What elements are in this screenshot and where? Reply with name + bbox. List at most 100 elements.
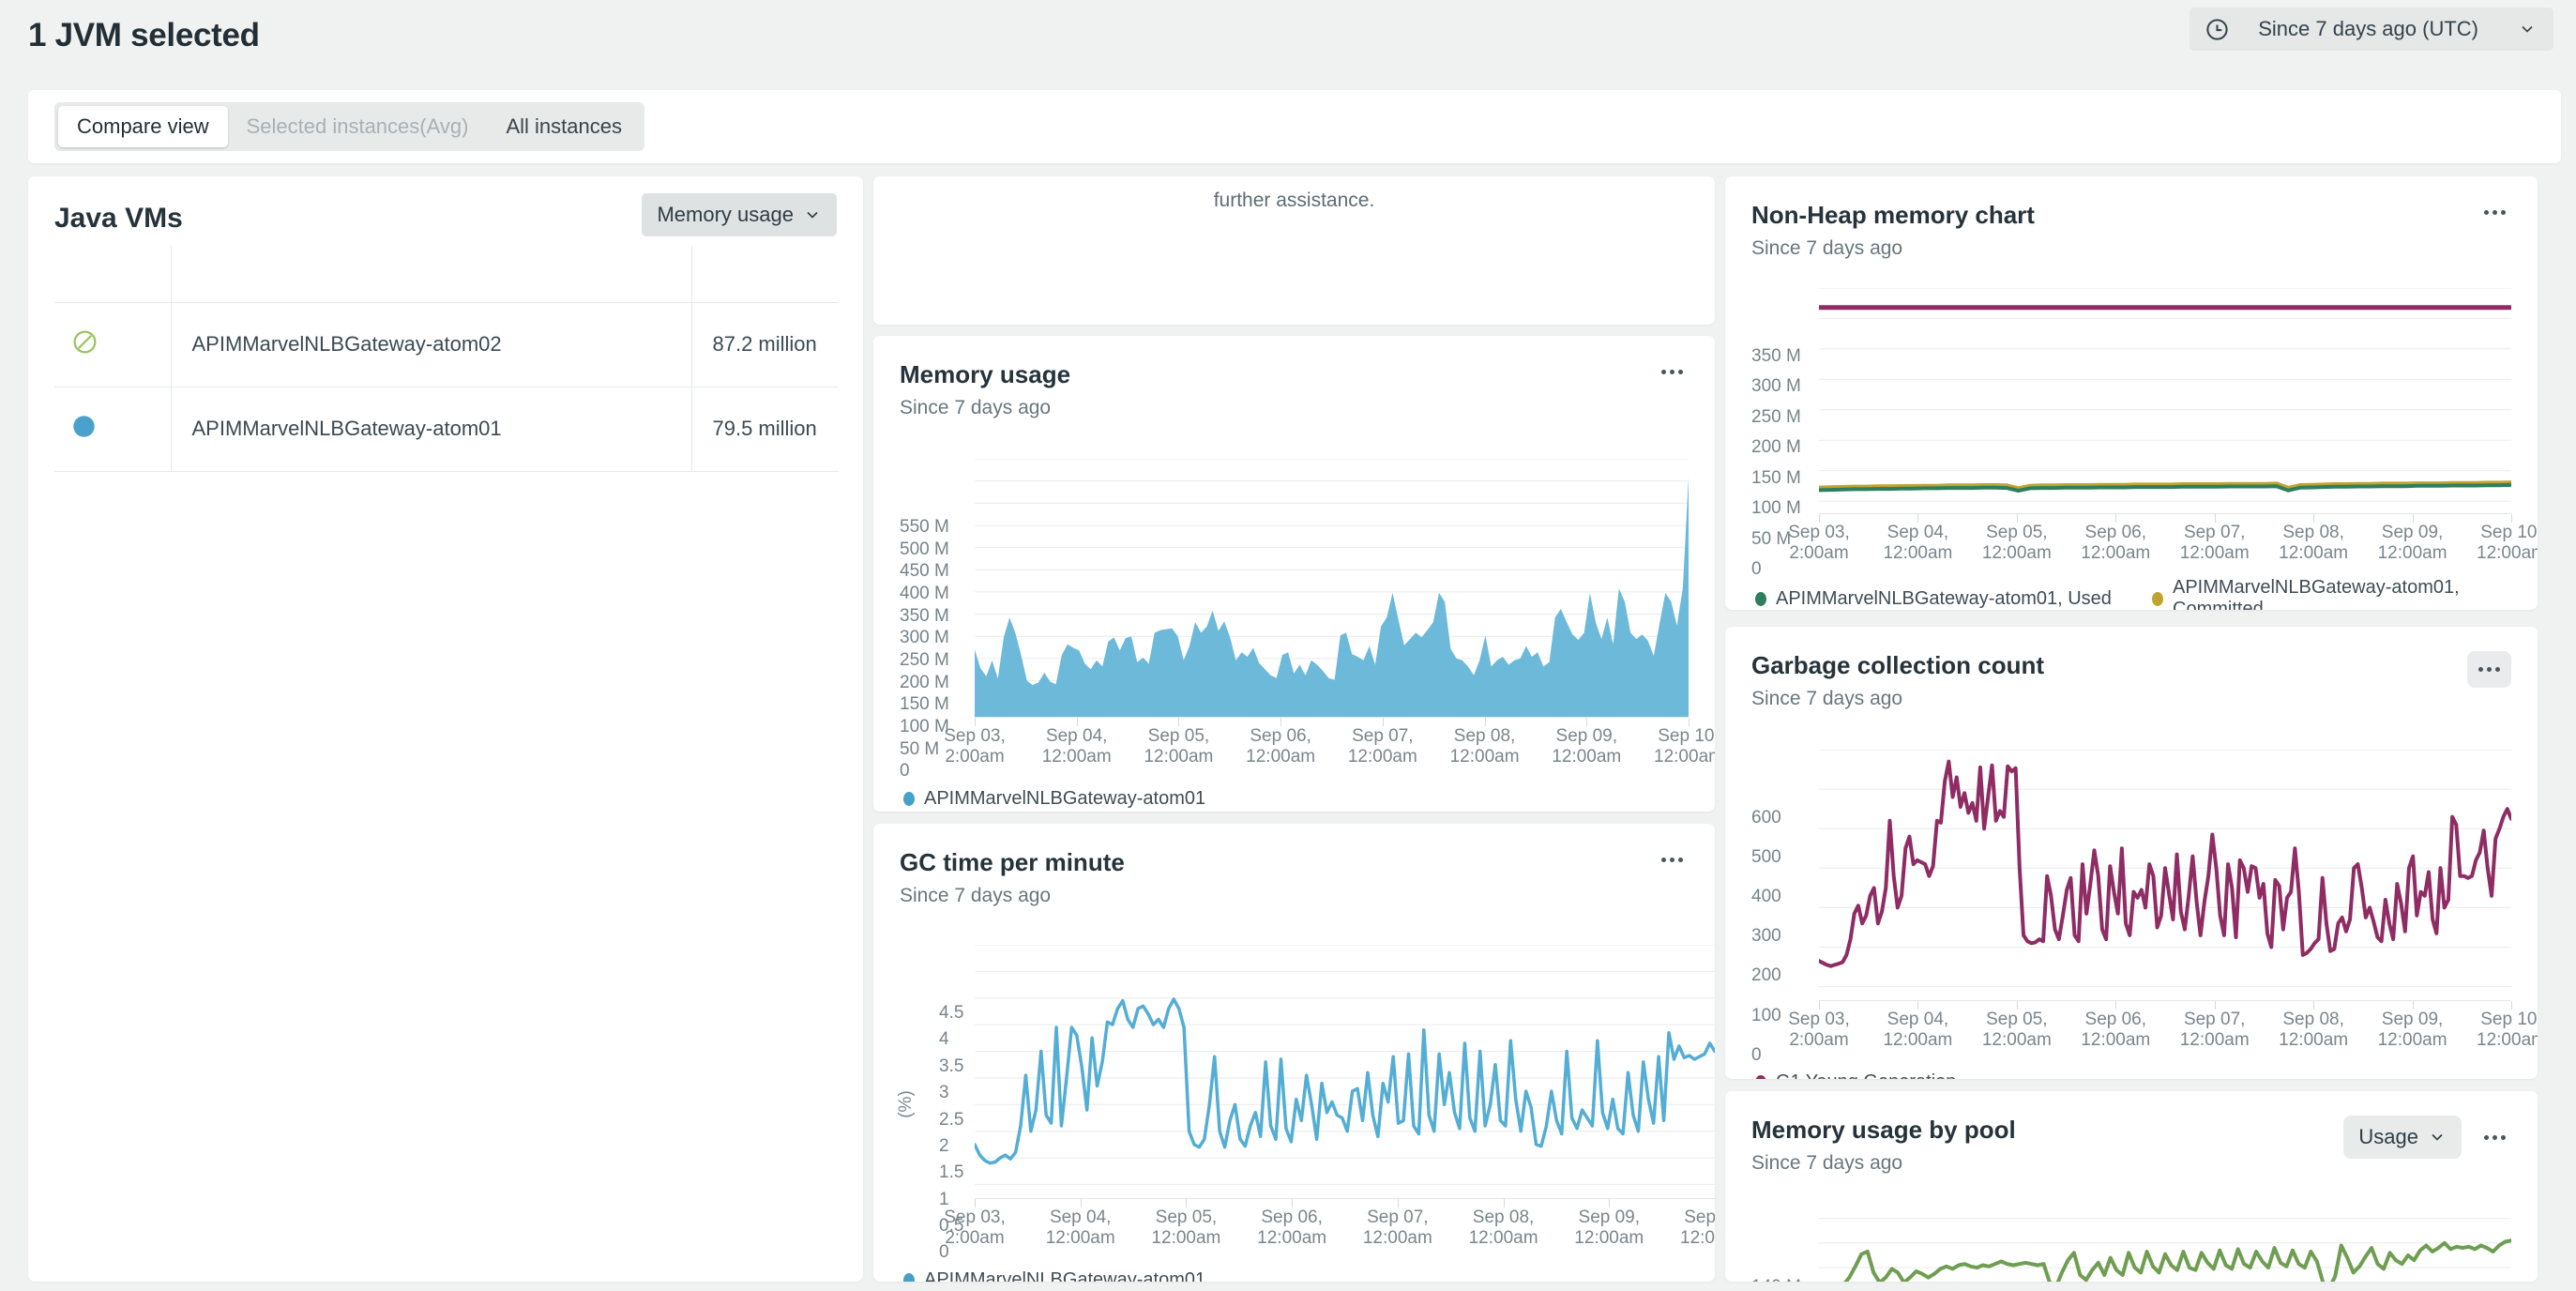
x-axis-label: Sep 06,12:00am <box>1246 726 1315 768</box>
y-axis-label: 200 M <box>900 673 949 693</box>
chart-legend: APIMMarvelNLBGateway-atom01, Used APIMMar… <box>1751 577 2511 610</box>
garbage-collection-count-chart: 0100200300400500600Sep 03,2:00amSep 04,1… <box>1751 710 2511 1049</box>
card-menu-button[interactable] <box>1656 360 1689 384</box>
card-menu-button[interactable] <box>1656 848 1689 872</box>
y-axis-label: 300 <box>1751 926 1781 947</box>
y-axis-label: 4 <box>939 1029 949 1050</box>
chart-legend: APIMMarvelNLBGateway-atom01 <box>900 1269 1689 1282</box>
x-axis-label: Sep 05,12:00am <box>1151 1207 1220 1250</box>
instance-value: 79.5 million <box>691 387 839 471</box>
y-axis-label: 400 M <box>900 584 949 604</box>
legend-item[interactable]: G1 Young Generation <box>1755 1071 1956 1079</box>
y-axis-label: 100 M <box>1751 498 1801 519</box>
x-axis-label: Sep 07,12:00am <box>2180 1010 2250 1052</box>
legend-dot-icon <box>903 792 915 806</box>
time-picker-button[interactable]: Since 7 days ago (UTC) <box>2190 8 2553 51</box>
x-axis-label: Sep 07,12:00am <box>1348 726 1417 768</box>
instance-value: 87.2 million <box>691 302 839 387</box>
x-axis-label: Sep 03,2:00am <box>944 1207 1006 1250</box>
java-vms-panel: Java VMs Memory usage APIMMarvelNLBGatew… <box>28 176 863 1282</box>
card-menu-button[interactable] <box>2478 1126 2511 1149</box>
y-axis-label: 100 M <box>900 717 949 737</box>
legend-item[interactable]: APIMMarvelNLBGateway-atom01 <box>903 1269 1205 1282</box>
java-vms-title: Java VMs <box>54 193 183 235</box>
memory-usage-by-pool-chart: 80 M100 M120 M140 M <box>1751 1175 2511 1282</box>
legend-dot-icon <box>903 1273 915 1282</box>
message-card: further assistance. <box>873 176 1715 325</box>
x-axis-label: Sep 10,12:00am <box>2477 1010 2538 1052</box>
message-text: further assistance. <box>1214 190 1375 325</box>
y-axis-label: 3.5 <box>939 1056 963 1077</box>
x-axis: Sep 03,2:00amSep 04,12:00amSep 05,12:00a… <box>975 717 1689 766</box>
x-axis-label: Sep 10,12:00am <box>1680 1207 1715 1250</box>
chart-title: Memory usage by pool <box>1751 1116 2016 1145</box>
tab-all-instances[interactable]: All instances <box>487 106 641 147</box>
chevron-down-icon <box>803 205 822 224</box>
garbage-collection-count-card: Garbage collection count Since 7 days ag… <box>1725 627 2538 1079</box>
y-axis-label: 0 <box>1751 559 1762 580</box>
y-axis-label: 4.5 <box>939 1003 963 1024</box>
x-axis-label: Sep 09,12:00am <box>2378 1010 2447 1052</box>
selected-instance-icon[interactable] <box>71 414 97 439</box>
legend-item[interactable]: APIMMarvelNLBGateway-atom01, Committed <box>2152 577 2511 610</box>
tab-compare-view[interactable]: Compare view <box>58 106 228 147</box>
table-row[interactable]: APIMMarvelNLBGateway-atom02 87.2 million <box>54 302 839 387</box>
table-row[interactable]: APIMMarvelNLBGateway-atom01 79.5 million <box>54 387 839 471</box>
y-axis-label: 200 <box>1751 965 1781 986</box>
chart-title: Memory usage <box>900 360 1070 389</box>
non-heap-memory-card: Non-Heap memory chart Since 7 days ago 0… <box>1725 176 2538 610</box>
legend-dot-icon <box>1755 1075 1766 1079</box>
instance-name: APIMMarvelNLBGateway-atom01 <box>171 387 691 471</box>
usage-dropdown-label: Usage <box>2358 1125 2418 1149</box>
card-menu-button[interactable] <box>2467 651 2511 688</box>
chart-title: Garbage collection count <box>1751 651 2044 680</box>
y-axis-label: 2 <box>939 1136 949 1157</box>
y-axis-label: 0 <box>1751 1045 1762 1066</box>
y-axis-label: 450 M <box>900 561 949 582</box>
x-axis-label: Sep 06,12:00am <box>1257 1207 1326 1250</box>
tab-selected-instances-avg[interactable]: Selected instances(Avg) <box>228 106 488 147</box>
page-header: 1 JVM selected Since 7 days ago (UTC) <box>0 0 2576 90</box>
x-axis-label: Sep 03,2:00am <box>944 726 1006 768</box>
legend-item[interactable]: APIMMarvelNLBGateway-atom01, Used <box>1755 577 2114 610</box>
x-axis-label: Sep 04,12:00am <box>1883 1010 1952 1052</box>
page-title: 1 JVM selected <box>28 17 2548 54</box>
jvm-instances-table: APIMMarvelNLBGateway-atom02 87.2 million… <box>54 246 839 472</box>
chart-subtitle: Since 7 days ago <box>900 885 1125 907</box>
y-axis-label: 600 <box>1751 808 1781 828</box>
x-axis-label: Sep 04,12:00am <box>1042 726 1112 768</box>
x-axis-label: Sep 05,12:00am <box>1144 726 1213 768</box>
y-axis-label: 300 M <box>900 628 949 648</box>
x-axis-label: Sep 08,12:00am <box>2279 1010 2348 1052</box>
y-axis-label: 2.5 <box>939 1110 963 1131</box>
x-axis-label: Sep 04,12:00am <box>1046 1207 1115 1250</box>
x-axis-label: Sep 09,12:00am <box>2378 523 2447 565</box>
usage-dropdown-button[interactable]: Usage <box>2343 1116 2462 1159</box>
x-axis-label: Sep 10,12:00am <box>1654 726 1715 768</box>
chevron-down-icon <box>2518 20 2537 38</box>
x-axis: Sep 03,2:00amSep 04,12:00amSep 05,12:00a… <box>1819 1000 2511 1049</box>
y-axis-label: 50 M <box>1751 529 1791 550</box>
chart-subtitle: Since 7 days ago <box>900 397 1070 419</box>
chart-legend: APIMMarvelNLBGateway-atom01 <box>900 788 1689 810</box>
y-axis-label: 150 M <box>900 694 949 715</box>
x-axis-label: Sep 05,12:00am <box>1982 523 2052 565</box>
y-axis-unit-label: (%) <box>896 1090 917 1118</box>
x-axis-label: Sep 06,12:00am <box>2081 1010 2150 1052</box>
y-axis-label: 150 M <box>1751 468 1801 489</box>
y-axis-label: 200 M <box>1751 437 1801 458</box>
x-axis-label: Sep 08,12:00am <box>1469 1207 1538 1250</box>
time-picker-label: Since 7 days ago (UTC) <box>2245 17 2503 41</box>
chart-subtitle: Since 7 days ago <box>1751 237 2035 260</box>
view-segmented-control: Compare view Selected instances(Avg) All… <box>54 102 644 151</box>
excluded-instance-icon[interactable] <box>71 328 98 356</box>
legend-item[interactable]: APIMMarvelNLBGateway-atom01 <box>903 788 1205 810</box>
non-heap-memory-chart: 050 M100 M150 M200 M250 M300 M350 MSep 0… <box>1751 260 2511 562</box>
chart-title: GC time per minute <box>900 848 1125 877</box>
y-axis-label: 350 M <box>900 606 949 627</box>
chevron-down-icon <box>2428 1128 2447 1147</box>
metric-dropdown-button[interactable]: Memory usage <box>642 193 837 236</box>
card-menu-button[interactable] <box>2478 201 2511 224</box>
y-axis-label: 400 <box>1751 887 1781 907</box>
y-axis-label: 250 M <box>900 650 949 671</box>
